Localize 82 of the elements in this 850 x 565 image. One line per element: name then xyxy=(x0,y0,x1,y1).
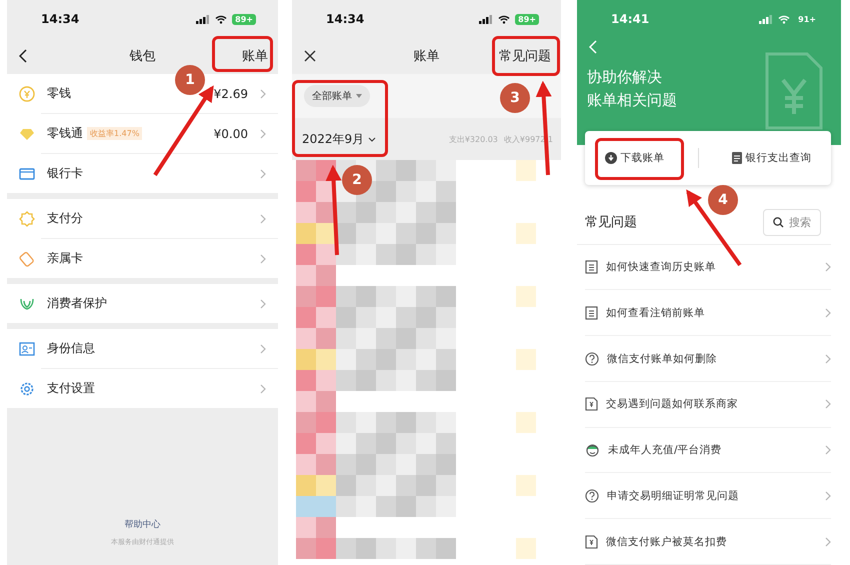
balance-value: ¥2.69 xyxy=(214,86,248,100)
chevron-right-icon xyxy=(260,298,266,308)
receipt-icon xyxy=(585,534,598,549)
wallet-menu-item[interactable]: 支付设置 xyxy=(47,380,95,397)
chevron-right-icon xyxy=(825,354,831,364)
card-icon xyxy=(19,166,35,180)
balance-value: ¥0.00 xyxy=(214,126,248,140)
signal-icon xyxy=(759,14,774,24)
faq-item[interactable]: 如何查看注销前账单 xyxy=(585,290,831,336)
faq-item[interactable]: 申请交易明细证明常见问题 xyxy=(585,473,831,520)
chevron-right-icon xyxy=(260,214,266,224)
wallet-menu-item[interactable]: 亲属卡 xyxy=(47,250,83,267)
faq-item[interactable]: 未成年人充值/平台消费 xyxy=(585,428,831,474)
month-picker[interactable]: 2022年9月 xyxy=(302,130,376,148)
card-action-button[interactable]: 银行支出查询 xyxy=(726,144,818,171)
chevron-right-icon xyxy=(260,384,266,394)
badge-icon xyxy=(19,210,35,226)
header-text: 账单相关问题 xyxy=(587,90,677,111)
search-button[interactable]: 搜索 xyxy=(763,208,821,236)
question-icon xyxy=(585,488,599,503)
faq-item[interactable]: 微信支付账户被莫名扣费 xyxy=(585,519,831,565)
wallet-menu-item[interactable]: 银行卡 xyxy=(47,165,83,182)
download-icon xyxy=(604,152,616,164)
cards-icon xyxy=(19,250,35,266)
chevron-right-icon xyxy=(825,536,831,547)
battery-indicator: 89+ xyxy=(515,14,539,24)
yield-tag: 收益率1.47% xyxy=(87,127,142,140)
bill-link[interactable]: 账单 xyxy=(242,47,268,65)
child-face-icon xyxy=(585,443,600,458)
header-text: 协助你解决 xyxy=(587,67,663,88)
receipt-icon xyxy=(585,397,598,412)
chevron-right-icon xyxy=(260,254,266,264)
expense-total: 支出¥320.03 xyxy=(448,134,498,144)
id-card-icon xyxy=(19,342,35,356)
screen-title: 钱包 xyxy=(130,48,156,65)
status-time: 14:34 xyxy=(326,12,364,26)
close-icon[interactable] xyxy=(304,50,316,62)
chevron-right-icon xyxy=(825,490,831,501)
faq-item[interactable]: 微信支付账单如何删除 xyxy=(585,336,831,382)
document-icon xyxy=(765,52,823,130)
chevron-right-icon xyxy=(260,344,266,354)
filter-dropdown[interactable]: 全部账单 xyxy=(304,85,370,107)
coin-icon xyxy=(19,86,35,102)
card-action-button[interactable]: 下载账单 xyxy=(598,144,670,171)
chevron-down-icon xyxy=(368,136,376,142)
battery-indicator: 89+ xyxy=(232,14,256,24)
chevron-right-icon xyxy=(825,308,831,318)
faq-item[interactable]: 交易遇到问题如何联系商家 xyxy=(585,382,831,428)
signal-icon xyxy=(479,14,494,24)
faq-link[interactable]: 常见问题 xyxy=(499,47,551,65)
signal-icon xyxy=(196,14,210,24)
status-time: 14:34 xyxy=(41,12,80,26)
wallet-menu-item[interactable]: 零钱通 xyxy=(47,125,83,142)
screen-title: 账单 xyxy=(414,48,440,65)
document-icon xyxy=(732,152,742,164)
chevron-right-icon xyxy=(825,399,831,410)
wallet-menu-item[interactable]: 支付分 xyxy=(47,210,83,227)
help-center-link[interactable]: 帮助中心 xyxy=(124,518,160,531)
wallet-menu-item[interactable]: 消费者保护 xyxy=(47,295,107,312)
chevron-right-icon xyxy=(825,262,831,272)
chevron-right-icon xyxy=(260,88,266,98)
caret-icon xyxy=(356,94,362,98)
back-icon[interactable] xyxy=(19,49,27,63)
settings-icon xyxy=(19,380,35,396)
highlight-frame xyxy=(212,36,273,72)
section-title: 常见问题 xyxy=(585,214,637,232)
chevron-right-icon xyxy=(825,445,831,456)
status-time: 14:41 xyxy=(611,12,650,26)
wifi-icon xyxy=(778,14,790,24)
wifi-icon xyxy=(498,14,510,24)
chevron-right-icon xyxy=(260,128,266,138)
faq-item[interactable]: 如何快速查询历史账单 xyxy=(585,244,831,290)
question-icon xyxy=(585,352,599,366)
wallet-menu-item[interactable]: 零钱 xyxy=(47,85,71,102)
chevron-right-icon xyxy=(260,168,266,178)
wallet-menu-item[interactable]: 身份信息 xyxy=(47,340,95,357)
battery-indicator: 91+ xyxy=(797,14,817,24)
search-icon xyxy=(773,216,784,228)
wifi-icon xyxy=(215,14,228,24)
document-icon xyxy=(585,260,598,274)
highlight-frame xyxy=(492,36,560,76)
document-icon xyxy=(585,306,598,320)
